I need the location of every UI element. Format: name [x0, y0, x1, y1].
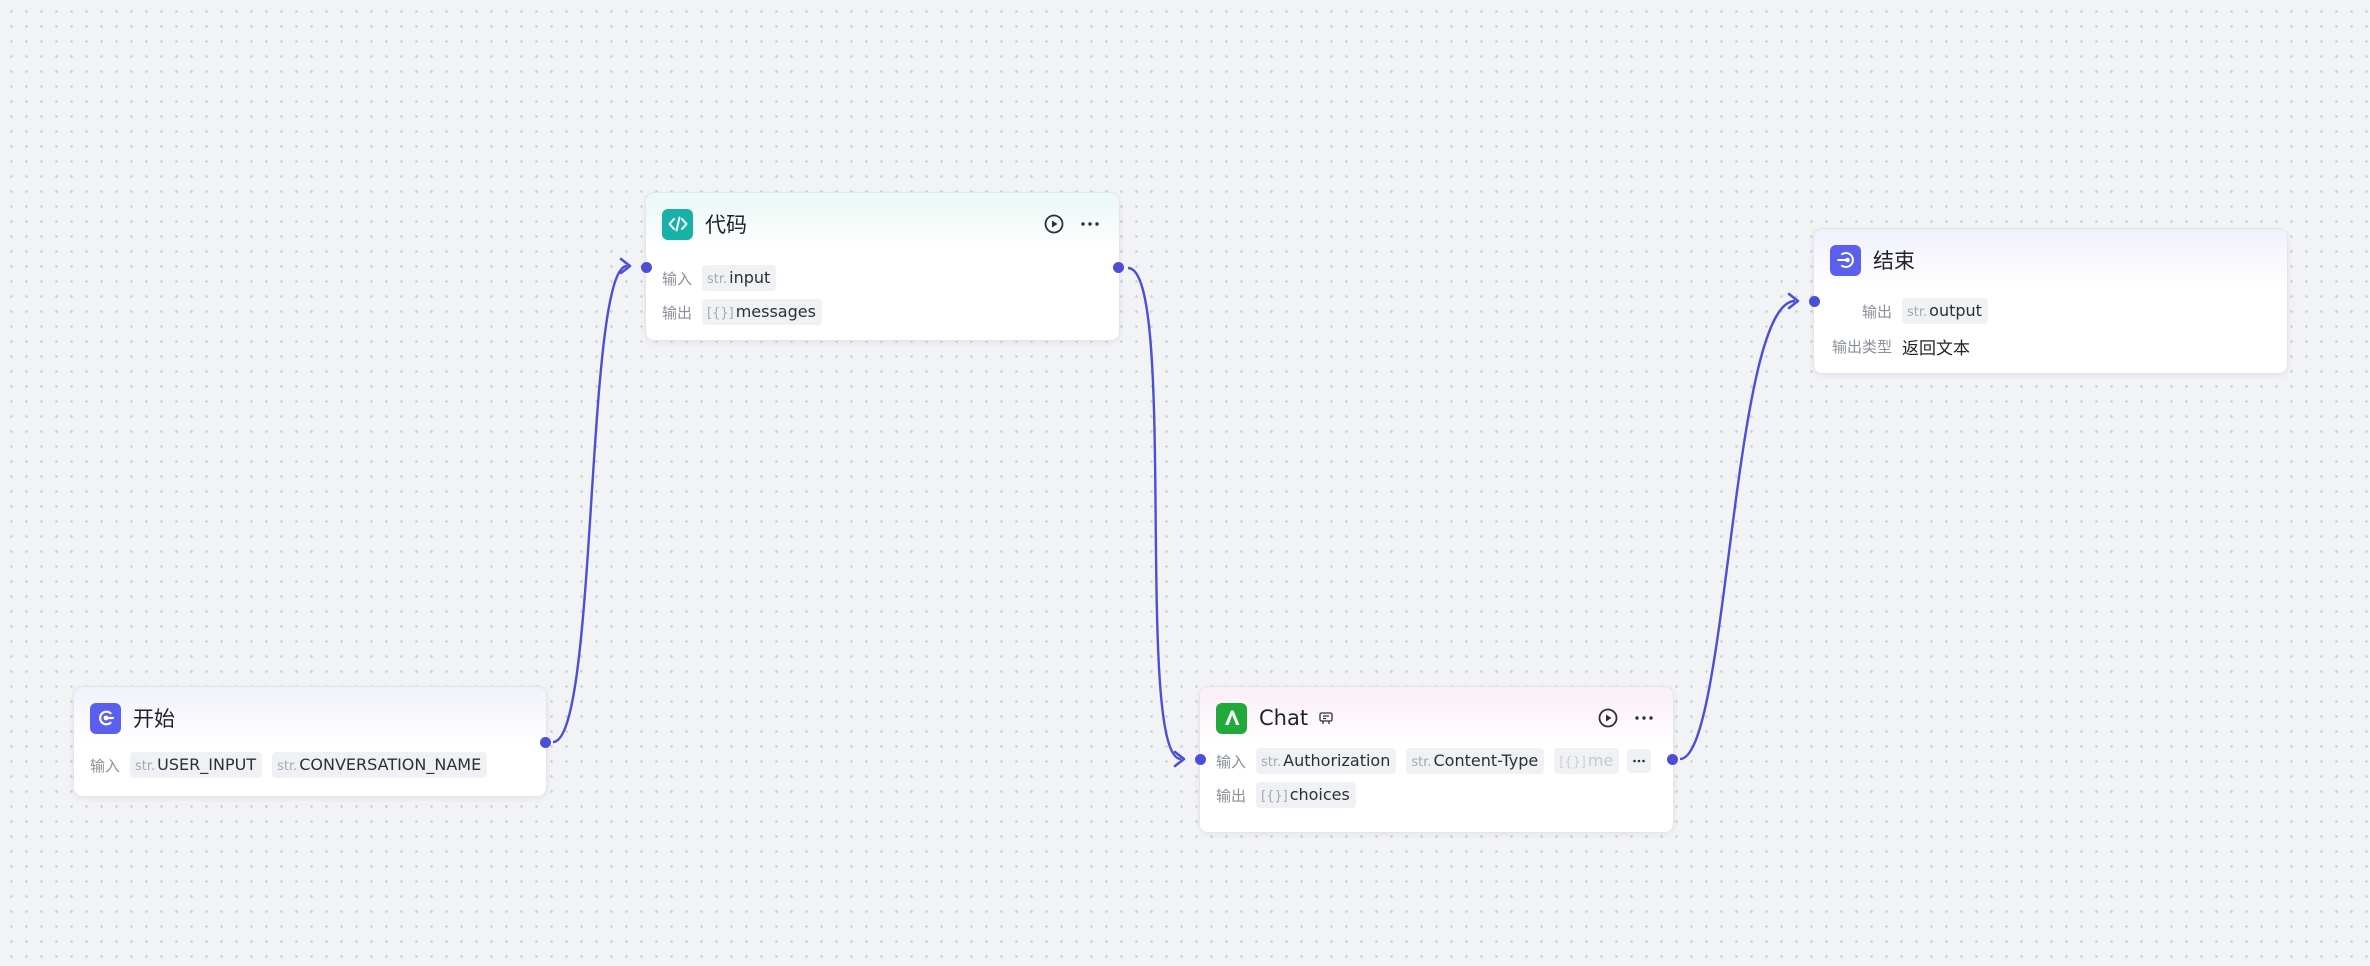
variable-name: Content-Type [1433, 751, 1539, 770]
variable-pill: str. Authorization [1256, 748, 1397, 774]
end-node-title: 结束 [1873, 249, 1915, 273]
variable-type: [{}] [1261, 789, 1288, 804]
start-node-header: 开始 [90, 701, 175, 735]
output-label: 输出 [1216, 786, 1247, 805]
plugin-tag-icon [1318, 710, 1334, 726]
output-type-label: 输出类型 [1831, 337, 1892, 356]
variable-name: choices [1289, 785, 1350, 804]
variable-pill: str. input [702, 265, 777, 291]
code-output-port[interactable] [1113, 262, 1124, 273]
workflow-canvas[interactable]: 开始 输入 str. USER_INPUT str. CONVERSATION_… [0, 0, 2370, 966]
run-node-button[interactable] [1043, 213, 1065, 235]
variable-type: str. [707, 272, 728, 287]
variable-type: [{}] [707, 306, 734, 321]
variable-name: CONVERSATION_NAME [299, 755, 482, 774]
variable-type: [{}] [1559, 755, 1586, 770]
chat-output-port[interactable] [1667, 754, 1678, 765]
play-icon [1598, 708, 1618, 728]
play-icon [1044, 214, 1064, 234]
variable-type: str. [135, 759, 156, 774]
llm-a-icon [1216, 702, 1247, 734]
code-icon [662, 208, 693, 240]
code-node[interactable]: 代码 输入 str. input 输出 [{}] messages [641, 192, 1124, 341]
end-output-type-row: 输出类型 返回文本 [1830, 331, 1970, 361]
chat-node-header: Chat [1216, 701, 1334, 735]
chat-node[interactable]: Chat 输入 str. Authorization str. Content-… [1195, 686, 1678, 833]
input-label: 输入 [90, 756, 121, 775]
more-icon [1635, 716, 1653, 720]
ellipsis-icon [1633, 759, 1645, 763]
variable-name: messages [735, 302, 816, 321]
variable-pill: str. CONVERSATION_NAME [272, 752, 488, 778]
start-output-port[interactable] [540, 737, 551, 748]
end-input-port[interactable] [1809, 296, 1820, 307]
variable-pill: str. USER_INPUT [130, 752, 263, 778]
edge-arrow-end [1787, 292, 1800, 310]
code-node-header: 代码 [662, 207, 747, 241]
variable-pill: str. Content-Type [1406, 748, 1545, 774]
variable-name: output [1929, 301, 1982, 320]
more-options-button[interactable] [1633, 707, 1655, 729]
edge-start-to-code [552, 264, 628, 744]
chat-node-actions [1597, 707, 1655, 729]
variable-type: str. [1261, 755, 1282, 770]
variable-pill: [{}] messages [702, 299, 822, 325]
variable-type: str. [1411, 755, 1432, 770]
chat-output-row: 输出 [{}] choices [1216, 780, 1366, 810]
output-label: 输出 [662, 303, 693, 322]
variable-name: input [729, 268, 771, 287]
variable-name: me [1587, 751, 1614, 770]
run-node-button[interactable] [1597, 707, 1619, 729]
chat-input-row: 输入 str. Authorization str. Content-Type … [1216, 746, 1636, 776]
variable-pill: [{}] me [1554, 748, 1620, 774]
code-output-row: 输出 [{}] messages [662, 297, 832, 327]
input-label: 输入 [1216, 752, 1247, 771]
connection-edges [552, 257, 1800, 768]
end-output-row: 输出 str. output [1830, 296, 1998, 326]
output-type-value: 返回文本 [1902, 338, 1970, 359]
chat-node-title: Chat [1259, 706, 1309, 730]
edge-arrow-chat [1173, 750, 1186, 768]
variable-name: USER_INPUT [157, 755, 257, 774]
end-node-header: 结束 [1830, 243, 1915, 277]
start-node[interactable]: 开始 输入 str. USER_INPUT str. CONVERSATION_… [73, 686, 551, 797]
start-node-title: 开始 [133, 707, 175, 731]
more-options-button[interactable] [1079, 213, 1101, 235]
input-label: 输入 [662, 269, 693, 288]
code-input-port[interactable] [641, 262, 652, 273]
variable-type: str. [1907, 305, 1928, 320]
more-icon [1081, 222, 1099, 226]
edge-arrow-code [619, 257, 632, 275]
more-inputs-button[interactable] [1627, 749, 1651, 773]
end-node[interactable]: 结束 输出 str. output 输出类型 返回文本 [1809, 228, 2288, 374]
chat-input-port[interactable] [1195, 754, 1206, 765]
edge-chat-to-end [1679, 299, 1796, 761]
start-input-row: 输入 str. USER_INPUT str. CONVERSATION_NAM… [90, 750, 497, 780]
variable-name: Authorization [1283, 751, 1391, 770]
edge-code-to-chat [1127, 266, 1182, 761]
end-icon [1830, 244, 1861, 276]
code-node-actions [1043, 213, 1101, 235]
variable-pill: [{}] choices [1256, 782, 1356, 808]
variable-type: str. [277, 759, 298, 774]
code-input-row: 输入 str. input [662, 263, 786, 293]
code-node-title: 代码 [705, 213, 747, 237]
variable-pill: str. output [1902, 298, 1988, 324]
output-label: 输出 [1861, 302, 1892, 321]
start-icon [90, 702, 121, 734]
